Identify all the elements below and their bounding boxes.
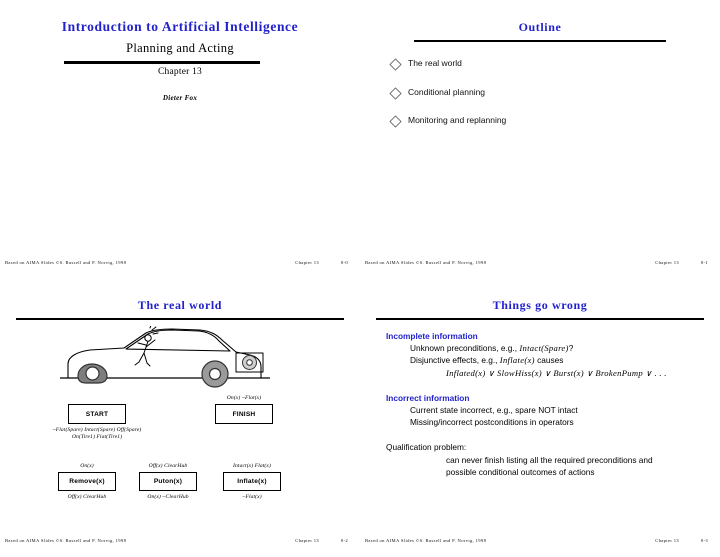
slide-footer: Based on AIMA Slides ©S. Russell and P. … — [0, 260, 360, 270]
section-line-text: Disjunctive effects, e.g., — [410, 355, 500, 366]
action-effects: On(x) ~ClearHub — [147, 494, 189, 500]
action-node-label: Inflate(x) — [237, 478, 267, 485]
slide-things-go-wrong: Things go wrong Incomplete information U… — [360, 278, 720, 556]
start-effects-line-2: On(Tire1) Flat(Tire1) — [71, 434, 123, 440]
slide-subtitle: Planning and Acting — [126, 41, 234, 55]
action-effects: ~Flat(x) — [242, 494, 262, 500]
slide-footer: Based on AIMA Slides ©S. Russell and P. … — [360, 538, 720, 548]
outline-list: The real world Conditional planning Moni… — [389, 58, 710, 144]
content-text-block: Incomplete information Unknown precondit… — [386, 330, 712, 478]
footer-credit: Based on AIMA Slides ©S. Russell and P. … — [5, 538, 127, 543]
list-item: Conditional planning — [389, 86, 710, 100]
action-preconditions: Intact(x) Flat(x) — [233, 463, 271, 469]
slide-heading: The real world — [137, 298, 223, 312]
heading-divider — [16, 318, 344, 321]
footer-credit: Based on AIMA Slides ©S. Russell and P. … — [365, 260, 487, 265]
chapter-label: Chapter 13 — [158, 67, 202, 77]
action-node-remove: Remove(x) — [58, 472, 116, 491]
list-item: The real world — [389, 58, 710, 71]
section-line: Disjunctive effects, e.g., Inflate(x) ca… — [410, 354, 712, 366]
list-item-label: Conditional planning — [408, 86, 486, 97]
section-heading-incomplete: Incomplete information — [386, 331, 478, 341]
slide-heading: Outline — [518, 20, 562, 34]
heading-divider — [376, 318, 704, 321]
footer-credit: Based on AIMA Slides ©S. Russell and P. … — [365, 538, 487, 543]
section-line: Unknown preconditions, e.g., Intact(Spar… — [410, 342, 712, 354]
action-preconditions: On(x) — [80, 463, 94, 469]
action-node-label: Remove(x) — [69, 478, 105, 485]
list-item: Monitoring and replanning — [389, 115, 710, 128]
math-inflate-x: Inflate(x) — [499, 355, 535, 366]
math-question-mark: ? — [568, 343, 574, 354]
author-label: Dieter Fox — [162, 94, 198, 102]
diamond-bullet-icon — [389, 58, 402, 71]
start-effects-line-1: ~Flat(Spare) Intact(Spare) Off(Spare) — [52, 427, 142, 433]
section-line: Missing/incorrect postconditions in oper… — [410, 417, 574, 428]
slide-sheet: Introduction to Artificial Intelligence … — [0, 0, 720, 557]
footer-page-number: 0-1 — [700, 260, 708, 265]
footer-page-number: 0-0 — [340, 260, 348, 265]
spare-tire-icon — [242, 355, 257, 370]
slide-title-body: Introduction to Artificial Intelligence … — [0, 0, 360, 278]
section-line-text: Unknown preconditions, e.g., — [410, 343, 520, 354]
finish-node: FINISH — [215, 404, 273, 424]
slide-footer: Based on AIMA Slides ©S. Russell and P. … — [0, 538, 360, 548]
start-node: START — [68, 404, 126, 424]
footer-page-number: 0-3 — [700, 538, 708, 543]
start-node-label: START — [85, 410, 109, 418]
list-item-label: Monitoring and replanning — [408, 115, 507, 125]
action-node-inflate: Inflate(x) — [223, 472, 281, 491]
slide-real-world: The real world START ~Flat(Spare) Intact… — [0, 278, 360, 556]
diamond-bullet-icon — [389, 115, 402, 128]
footer-chapter: Chapter 13 — [655, 538, 679, 543]
page-title: Introduction to Artificial Intelligence — [61, 19, 299, 34]
slide-real-world-body: The real world START ~Flat(Spare) Intact… — [0, 278, 360, 556]
action-preconditions: Off(x) ClearHub — [148, 463, 188, 469]
title-divider — [64, 61, 260, 64]
footer-credit: Based on AIMA Slides ©S. Russell and P. … — [5, 260, 127, 265]
finish-node-label: FINISH — [232, 410, 256, 418]
slide-footer: Based on AIMA Slides ©S. Russell and P. … — [360, 260, 720, 270]
slide-outline: Outline The real world Conditional plann… — [360, 0, 720, 278]
action-effects: Off(x) ClearHub — [67, 494, 107, 500]
list-item-label: The real world — [408, 58, 462, 68]
heading-divider — [414, 40, 666, 43]
finish-preconditions: On(x) ~Flat(x) — [226, 395, 262, 401]
flat-tire-car-illustration — [60, 326, 270, 388]
math-intact-spare: Intact(Spare) — [519, 343, 569, 354]
section-heading-incorrect: Incorrect information — [386, 392, 470, 403]
intact-tire-icon — [201, 360, 229, 388]
math-causes-text: causes — [534, 355, 564, 366]
section-line: can never finish listing all the require… — [446, 454, 653, 465]
diamond-bullet-icon — [389, 86, 402, 100]
slide-outline-body: Outline The real world Conditional plann… — [360, 0, 720, 278]
section-heading-qualification: Qualification problem: — [386, 442, 467, 453]
footer-chapter: Chapter 13 — [655, 260, 679, 265]
math-disjunction: Inflated(x) ∨ SlowHiss(x) ∨ Burst(x) ∨ B… — [446, 367, 667, 378]
slide-heading: Things go wrong — [492, 298, 588, 312]
flat-tire-icon — [77, 363, 108, 384]
action-node-label: Puton(x) — [153, 478, 183, 485]
planning-diagram: START ~Flat(Spare) Intact(Spare) Off(Spa… — [0, 324, 360, 524]
footer-page-number: 0-2 — [340, 538, 348, 543]
section-line: Current state incorrect, e.g., spare NOT… — [410, 405, 578, 416]
slide-things-go-wrong-body: Things go wrong Incomplete information U… — [360, 278, 720, 556]
footer-chapter: Chapter 13 — [295, 260, 319, 265]
action-node-puton: Puton(x) — [139, 472, 197, 491]
section-line: possible conditional outcomes of actions — [446, 466, 595, 477]
slide-title: Introduction to Artificial Intelligence … — [0, 0, 360, 278]
footer-chapter: Chapter 13 — [295, 538, 319, 543]
